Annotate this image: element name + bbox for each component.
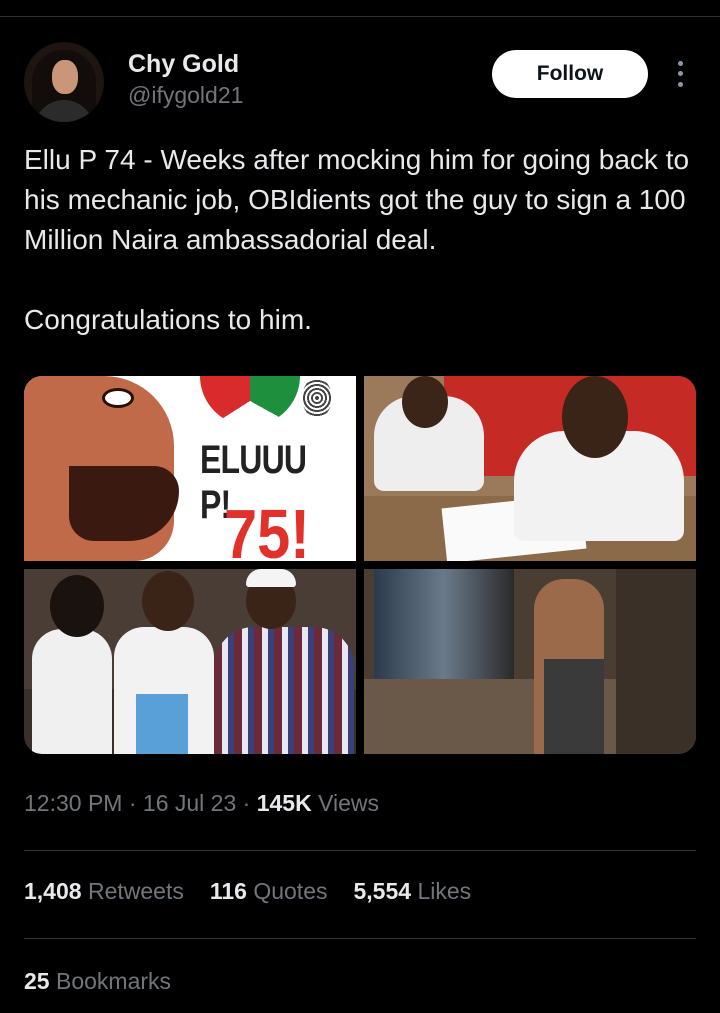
quotes-count: 116 (209, 878, 247, 904)
tweet-paragraph: Congratulations to him. (24, 304, 312, 335)
tweet-meta: 12:30 PM · 16 Jul 23 · 145K Views (24, 790, 379, 817)
more-vertical-icon[interactable] (670, 58, 690, 90)
media-grid: ELUUU P! 75! (24, 376, 696, 754)
bookmarks-count: 25 (24, 968, 50, 994)
tweet-paragraph: Ellu P 74 - Weeks after mocking him for … (24, 144, 690, 255)
tweet-text: Ellu P 74 - Weeks after mocking him for … (24, 140, 704, 340)
thumbprint-icon (302, 378, 332, 418)
media-image-group[interactable] (24, 569, 356, 754)
tweet-date[interactable]: 16 Jul 23 (143, 790, 236, 816)
party-logo (200, 376, 300, 426)
media-image-cartoon[interactable]: ELUUU P! 75! (24, 376, 356, 561)
divider (24, 850, 696, 851)
media-image-workshop[interactable] (364, 569, 696, 754)
bookmarks-label: Bookmarks (55, 968, 172, 994)
views-count: 145K (256, 790, 312, 816)
retweets-label: Retweets (87, 878, 184, 904)
separator: · (128, 790, 137, 816)
image-number: 75! (224, 495, 310, 561)
media-image-signing[interactable] (364, 376, 696, 561)
likes-stat[interactable]: 5,554 Likes (353, 878, 471, 905)
top-divider (0, 16, 720, 17)
tweet-time[interactable]: 12:30 PM (24, 790, 122, 816)
likes-label: Likes (417, 878, 472, 904)
author-handle[interactable]: @ifygold21 (128, 82, 243, 109)
bookmarks-stat[interactable]: 25 Bookmarks (24, 968, 171, 995)
likes-count: 5,554 (353, 878, 412, 904)
separator: · (242, 790, 251, 816)
quotes-stat[interactable]: 116 Quotes (210, 878, 328, 905)
retweets-stat[interactable]: 1,408 Retweets (24, 878, 184, 905)
author-name[interactable]: Chy Gold (128, 50, 239, 79)
views-label: Views (318, 790, 380, 816)
divider (24, 938, 696, 939)
avatar[interactable] (24, 42, 104, 122)
quotes-label: Quotes (253, 878, 328, 904)
tweet-stats: 1,408 Retweets 116 Quotes 5,554 Likes (24, 878, 471, 905)
follow-button[interactable]: Follow (492, 50, 648, 98)
retweets-count: 1,408 (24, 878, 82, 904)
